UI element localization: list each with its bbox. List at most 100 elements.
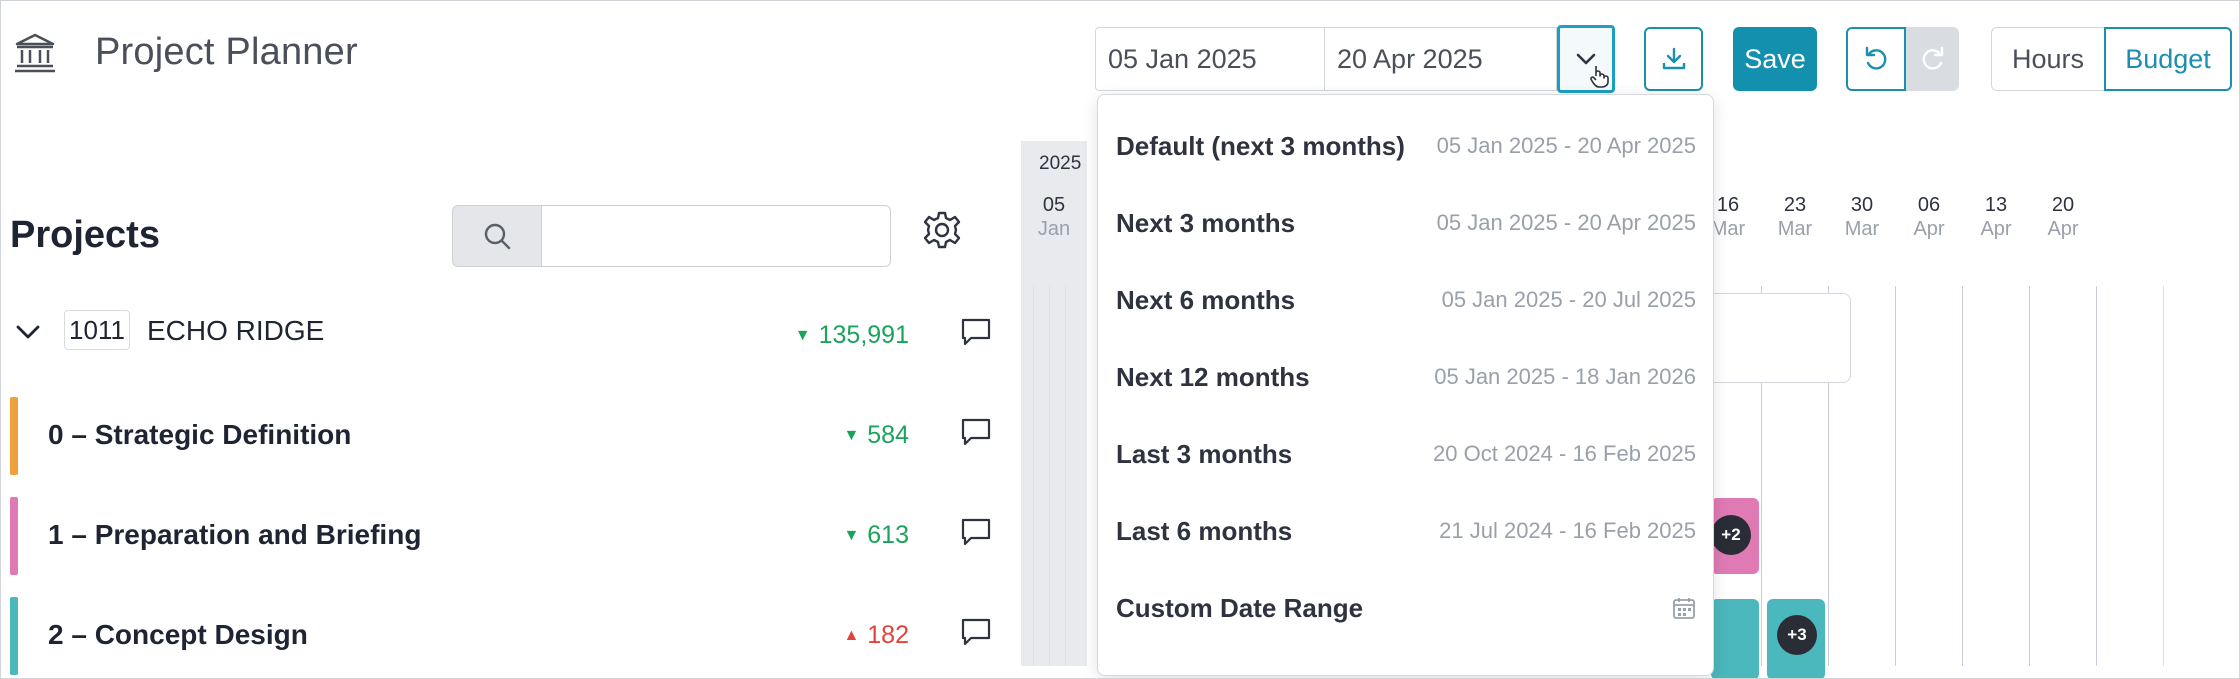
- project-row[interactable]: 1011 ECHO RIDGE ▼ 135,991: [1, 291, 1001, 379]
- grid-line: [2029, 286, 2030, 666]
- calendar-icon: [1673, 598, 1695, 619]
- option-range: 21 Jul 2024 - 16 Feb 2025: [1439, 518, 1696, 543]
- phase-label: 2 – Concept Design: [48, 619, 308, 650]
- option-range: 05 Jan 2025 - 20 Apr 2025: [1436, 133, 1696, 158]
- timeline-column-header: 30 Mar: [1829, 193, 1895, 241]
- phase-budget-value: ▼ 584: [843, 421, 909, 450]
- grid-line: [2163, 286, 2164, 666]
- comment-icon[interactable]: [959, 615, 993, 649]
- search-icon: [484, 223, 511, 250]
- budget-toggle[interactable]: Budget: [2104, 27, 2232, 91]
- date-option-last-6-months[interactable]: Last 6 months 21 Jul 2024 - 16 Feb 2025: [1116, 501, 1696, 561]
- date-option-default[interactable]: Default (next 3 months) 05 Jan 2025 - 20…: [1116, 116, 1696, 176]
- column-day: 23: [1783, 194, 1807, 216]
- timeline-column-header: 05 Jan: [1021, 193, 1087, 241]
- column-month: Apr: [1980, 218, 2012, 240]
- column-day: 05: [1042, 194, 1066, 216]
- overflow-badge[interactable]: +3: [1777, 615, 1817, 655]
- app-title: Project Planner: [95, 31, 358, 73]
- date-option-last-3-months[interactable]: Last 3 months 20 Oct 2024 - 16 Feb 2025: [1116, 424, 1696, 484]
- grid-line: [2096, 286, 2097, 666]
- option-range: 05 Jan 2025 - 20 Jul 2025: [1441, 287, 1696, 312]
- phase-value-text: 613: [867, 521, 909, 549]
- save-button[interactable]: Save: [1733, 27, 1817, 91]
- search-input[interactable]: [542, 205, 891, 267]
- date-option-next-3-months[interactable]: Next 3 months 05 Jan 2025 - 20 Apr 2025: [1116, 193, 1696, 253]
- phase-budget-value: ▼ 613: [843, 521, 909, 550]
- triangle-down-icon: ▼: [794, 326, 811, 344]
- option-range: 05 Jan 2025 - 20 Apr 2025: [1436, 210, 1696, 235]
- timeline-column-header: 13 Apr: [1963, 193, 2029, 241]
- option-range: 20 Oct 2024 - 16 Feb 2025: [1433, 441, 1696, 466]
- phase-color-bar: [10, 497, 18, 575]
- project-budget-value: ▼ 135,991: [795, 321, 909, 350]
- download-button[interactable]: [1644, 27, 1703, 91]
- column-day: 06: [1917, 194, 1941, 216]
- phase-value-text: 584: [867, 421, 909, 449]
- phase-value-text: 182: [867, 621, 909, 649]
- project-code: 1011: [64, 310, 130, 350]
- timeline-column-header: 06 Apr: [1896, 193, 1962, 241]
- projects-heading: Projects: [10, 214, 160, 256]
- triangle-up-icon: ▲: [843, 626, 860, 644]
- column-month: Apr: [2047, 218, 2079, 240]
- column-month: Jan: [1037, 218, 1071, 240]
- redo-button[interactable]: [1906, 27, 1959, 91]
- column-month: Apr: [1913, 218, 1945, 240]
- date-option-next-12-months[interactable]: Next 12 months 05 Jan 2025 - 18 Jan 2026: [1116, 347, 1696, 407]
- triangle-down-icon: ▼: [843, 426, 860, 444]
- column-day: 20: [2051, 194, 2075, 216]
- column-month: Mar: [1844, 218, 1880, 240]
- option-label: Next 6 months: [1116, 284, 1296, 315]
- phase-budget-value: ▲ 182: [843, 621, 909, 650]
- undo-icon: [1865, 46, 1887, 70]
- download-icon: [1662, 47, 1685, 70]
- undo-button[interactable]: [1846, 27, 1906, 91]
- option-label: Next 3 months: [1116, 207, 1296, 238]
- option-label: Custom Date Range: [1116, 592, 1364, 623]
- gantt-bar[interactable]: [1711, 599, 1759, 678]
- timeline-column-header: 23 Mar: [1762, 193, 1828, 241]
- option-label: Next 12 months: [1116, 361, 1310, 392]
- comment-icon[interactable]: [959, 515, 993, 549]
- overflow-badge[interactable]: +2: [1711, 515, 1751, 555]
- gear-icon[interactable]: [921, 209, 963, 251]
- timeline-year: 2025: [1039, 153, 1082, 174]
- date-start-field[interactable]: 05 Jan 2025: [1095, 27, 1325, 91]
- search-button[interactable]: [452, 205, 542, 267]
- date-end-field[interactable]: 20 Apr 2025: [1325, 27, 1557, 91]
- bank-icon[interactable]: [13, 31, 57, 75]
- column-day: 30: [1850, 194, 1874, 216]
- phase-color-bar: [10, 397, 18, 475]
- grid-line: [1895, 286, 1896, 666]
- column-day: 13: [1984, 194, 2008, 216]
- column-month: Mar: [1777, 218, 1813, 240]
- chevron-down-icon[interactable]: [13, 317, 43, 347]
- comment-icon[interactable]: [959, 315, 993, 349]
- date-option-custom-range[interactable]: Custom Date Range: [1116, 578, 1696, 638]
- option-label: Default (next 3 months): [1116, 130, 1405, 161]
- grid-line: [1049, 286, 1050, 666]
- timeline-column-header: 20 Apr: [2030, 193, 2096, 241]
- triangle-down-icon: ▼: [843, 526, 860, 544]
- date-range-dropdown-button[interactable]: [1557, 25, 1615, 93]
- option-label: Last 6 months: [1116, 515, 1293, 546]
- comment-icon[interactable]: [959, 415, 993, 449]
- grid-line: [1962, 286, 1963, 666]
- phase-row[interactable]: 2 – Concept Design ▲ 182: [1, 591, 1001, 678]
- date-option-next-6-months[interactable]: Next 6 months 05 Jan 2025 - 20 Jul 2025: [1116, 270, 1696, 330]
- option-range: 05 Jan 2025 - 18 Jan 2026: [1434, 364, 1696, 389]
- phase-label: 0 – Strategic Definition: [48, 419, 352, 450]
- phase-label: 1 – Preparation and Briefing: [48, 519, 422, 550]
- option-label: Last 3 months: [1116, 438, 1293, 469]
- phase-row[interactable]: 0 – Strategic Definition ▼ 584: [1, 391, 1001, 479]
- project-value-text: 135,991: [818, 321, 909, 349]
- grid-line: [1033, 286, 1034, 666]
- phase-row[interactable]: 1 – Preparation and Briefing ▼ 613: [1, 491, 1001, 579]
- app-window: Project Planner 05 Jan 2025 20 Apr 2025 …: [0, 0, 2240, 679]
- project-name: ECHO RIDGE: [147, 315, 325, 346]
- hours-toggle[interactable]: Hours: [1991, 27, 2104, 91]
- phase-color-bar: [10, 597, 18, 675]
- date-range-dropdown: Default (next 3 months) 05 Jan 2025 - 20…: [1097, 94, 1714, 676]
- hand-cursor-icon: [1590, 66, 1609, 88]
